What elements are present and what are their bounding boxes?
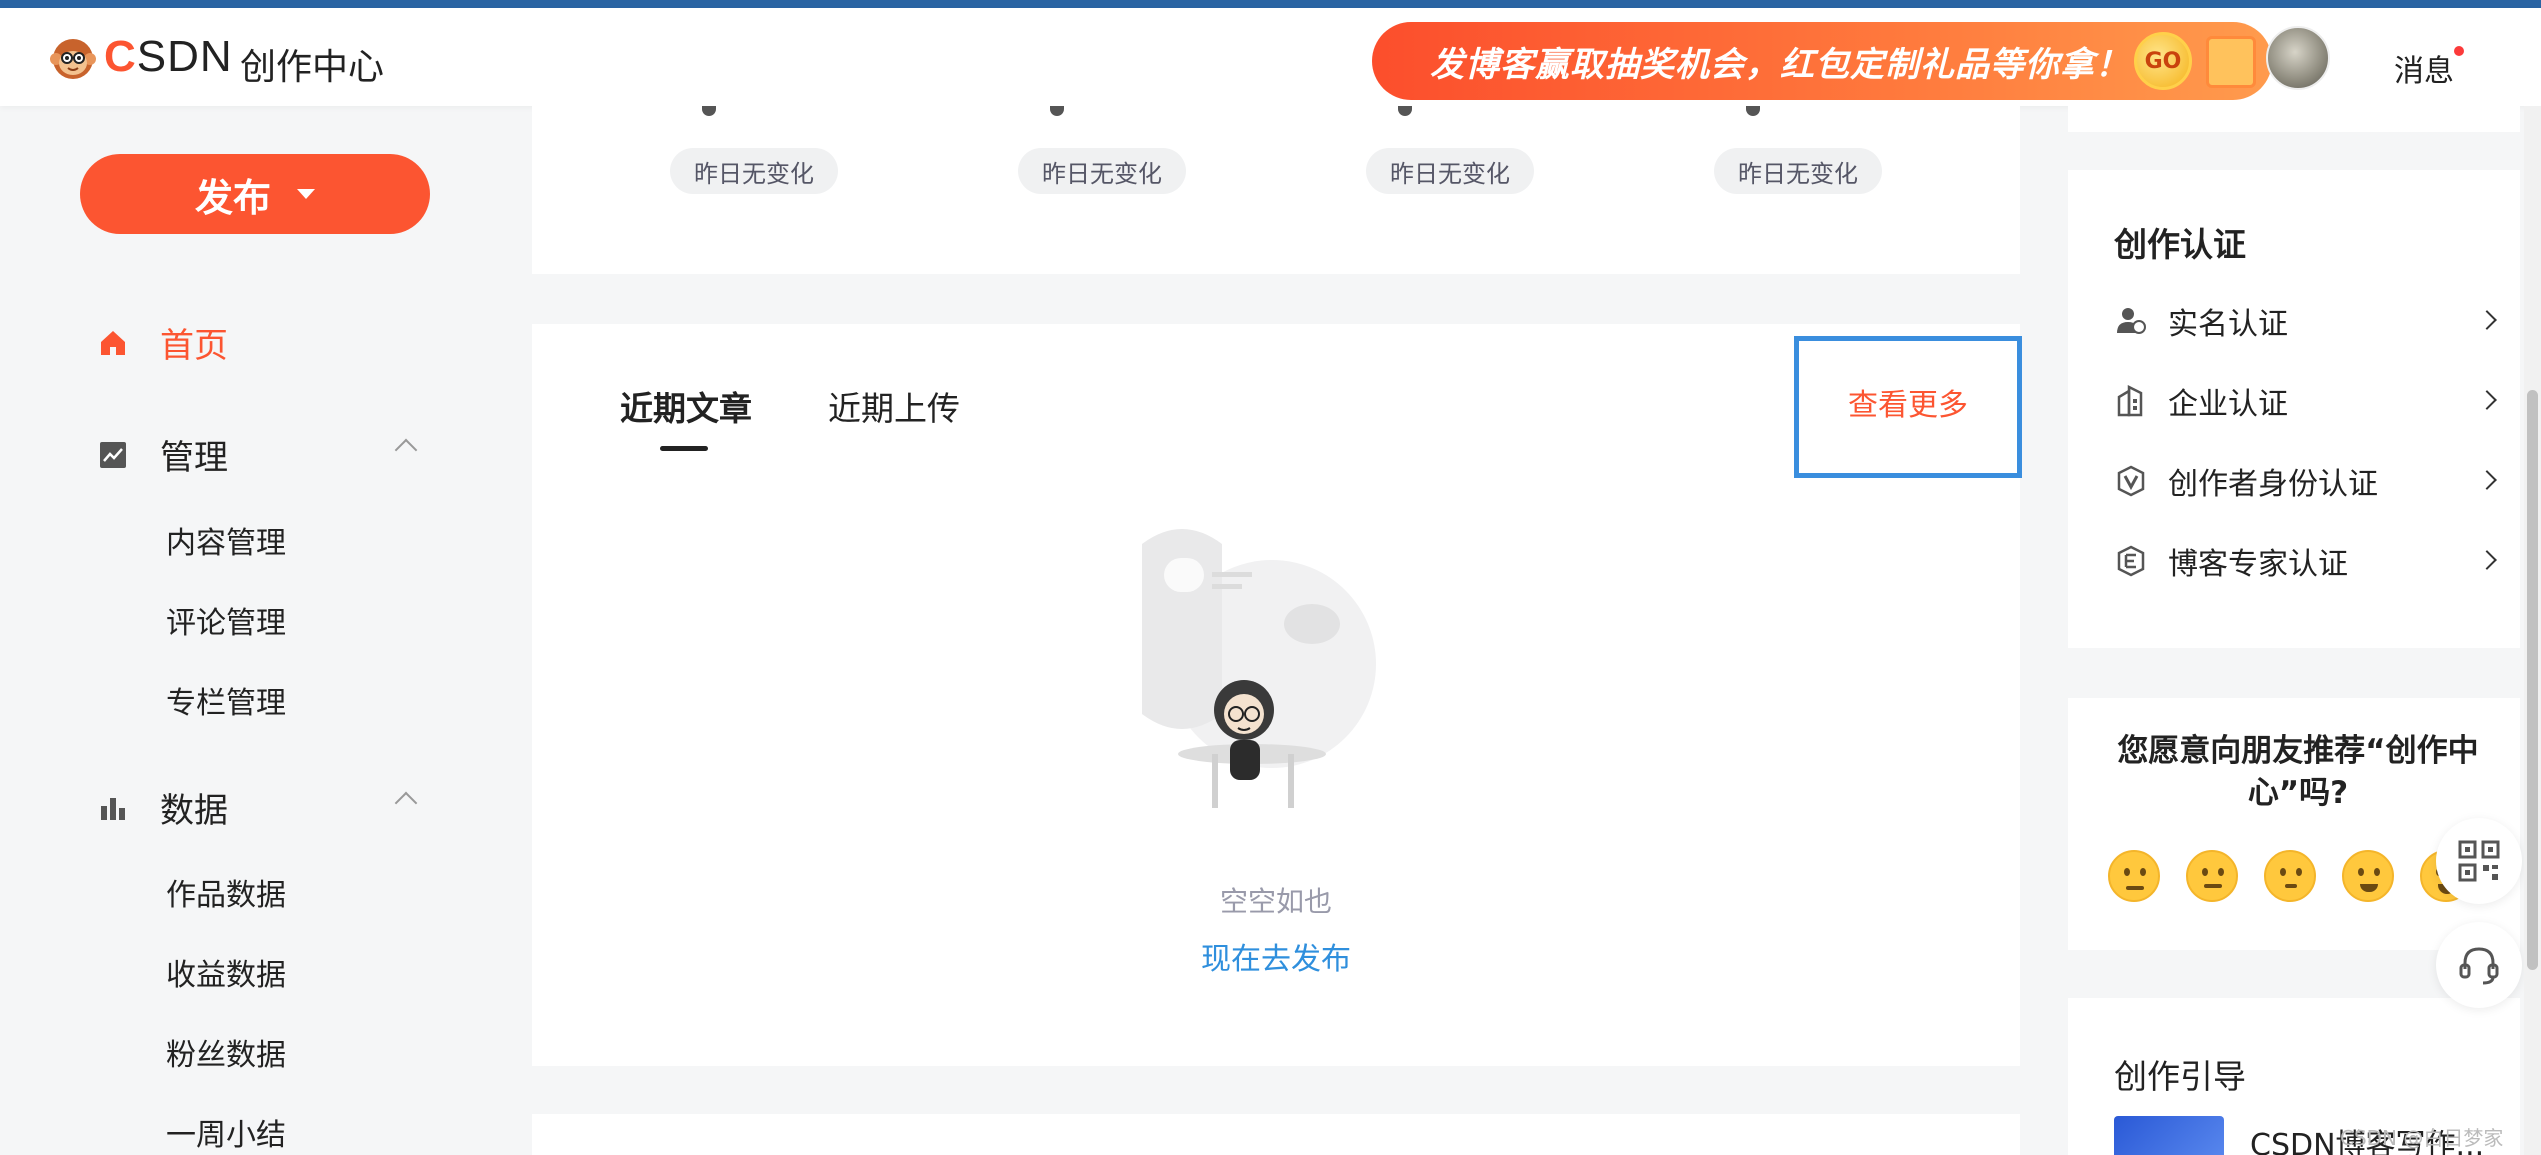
monkey-logo-icon <box>50 39 96 79</box>
guide-thumbnail[interactable] <box>2114 1116 2224 1155</box>
nav-data[interactable]: 数据 <box>96 783 228 832</box>
guide-title: 创作引导 <box>2114 1057 2246 1096</box>
nav-weekly-summary[interactable]: 一周小结 <box>166 1110 286 1154</box>
shield-v-icon <box>2114 464 2148 498</box>
stat-change-badge: 昨日无变化 <box>1366 148 1534 194</box>
recommend-survey-card: 您愿意向朋友推荐“创作中心”吗? <box>2068 698 2520 950</box>
chevron-up-icon[interactable] <box>394 438 418 462</box>
bar-chart-icon <box>96 791 130 825</box>
nav-data-label: 数据 <box>160 791 228 831</box>
cert-creator-identity[interactable]: 创作者身份认证 <box>2114 458 2497 504</box>
stat-value-fragment <box>1050 106 1064 116</box>
next-panel <box>532 1114 2020 1155</box>
publish-button[interactable]: 发布 <box>80 154 430 234</box>
stat-value-fragment <box>1398 106 1412 116</box>
cert-label: 实名认证 <box>2168 307 2288 342</box>
stat-change-badge: 昨日无变化 <box>1714 148 1882 194</box>
cert-real-name[interactable]: 实名认证 <box>2114 298 2497 344</box>
chevron-up-icon[interactable] <box>394 791 418 815</box>
cert-label: 企业认证 <box>2168 387 2288 422</box>
watermark: CSDN @白日梦家 <box>2340 1126 2504 1150</box>
nav-fans-data[interactable]: 粉丝数据 <box>166 1030 286 1074</box>
stats-panel: 昨日无变化 昨日无变化 昨日无变化 昨日无变化 <box>532 106 2020 274</box>
nav-column-manage[interactable]: 专栏管理 <box>166 678 286 722</box>
user-verify-icon <box>2114 304 2148 338</box>
nav-home-label: 首页 <box>160 326 228 366</box>
scrollbar-thumb[interactable] <box>2527 390 2538 970</box>
stat-change-badge: 昨日无变化 <box>1018 148 1186 194</box>
qr-code-icon <box>2458 840 2500 882</box>
publish-label: 发布 <box>194 177 271 220</box>
cert-label: 博客专家认证 <box>2168 547 2348 582</box>
gift-box-icon <box>2206 36 2256 88</box>
tab-recent-articles[interactable]: 近期文章 <box>620 382 752 430</box>
stat-value-fragment <box>702 106 716 116</box>
qr-code-button[interactable] <box>2436 818 2522 904</box>
tab-recent-uploads[interactable]: 近期上传 <box>828 382 960 430</box>
recommend-question: 您愿意向朋友推荐“创作中心”吗? <box>2117 733 2479 811</box>
nav-works-data[interactable]: 作品数据 <box>166 870 286 914</box>
browser-top-strip <box>0 0 2541 8</box>
trend-chart-icon <box>96 438 130 472</box>
top-navbar: CSDN 创作中心 发博客赢取抽奖机会，红包定制礼品等你拿！ GO 消息 <box>0 8 2541 106</box>
messages-link[interactable]: 消息 <box>2394 46 2454 90</box>
caret-down-icon <box>297 189 315 199</box>
chevron-right-icon <box>2477 390 2497 410</box>
angry-face-icon[interactable] <box>2108 850 2160 902</box>
headset-icon <box>2459 947 2499 985</box>
cert-enterprise[interactable]: 企业认证 <box>2114 378 2497 424</box>
recent-articles-panel: 近期文章 近期上传 查看更多 空空如也 现在去发布 <box>532 324 2022 1066</box>
publish-now-link[interactable]: 现在去发布 <box>532 934 2020 978</box>
csdn-logo[interactable]: CSDN <box>48 32 233 82</box>
nav-income-data[interactable]: 收益数据 <box>166 950 286 994</box>
certification-card: 创作认证 实名认证 企业认证 创作者身份认证 博客专家认证 <box>2068 170 2520 648</box>
user-avatar[interactable] <box>2266 26 2330 90</box>
see-more-link[interactable]: 查看更多 <box>1794 336 2022 478</box>
see-more-label: 查看更多 <box>1848 388 1968 423</box>
neutral-face-icon[interactable] <box>2264 850 2316 902</box>
empty-state-illustration <box>1142 529 1376 808</box>
happy-face-icon[interactable] <box>2342 850 2394 902</box>
expert-badge-icon <box>2114 544 2148 578</box>
nav-comment-manage[interactable]: 评论管理 <box>166 598 286 642</box>
stat-value-fragment <box>1746 106 1760 116</box>
nav-home[interactable]: 首页 <box>96 318 228 367</box>
chevron-right-icon <box>2477 470 2497 490</box>
active-tab-indicator <box>660 446 708 451</box>
logo-text: CSDN <box>104 32 233 81</box>
stat-change-badge: 昨日无变化 <box>670 148 838 194</box>
nav-content-manage[interactable]: 内容管理 <box>166 518 286 562</box>
nav-manage-label: 管理 <box>160 438 228 478</box>
empty-state-text: 空空如也 <box>1219 885 1332 918</box>
unread-dot <box>2454 46 2464 56</box>
page-title: 创作中心 <box>240 47 385 88</box>
cert-blog-expert[interactable]: 博客专家认证 <box>2114 538 2497 584</box>
customer-service-button[interactable] <box>2436 922 2522 1008</box>
chevron-right-icon <box>2477 550 2497 570</box>
building-icon <box>2114 384 2148 418</box>
right-card-fragment <box>2068 106 2520 132</box>
promo-banner[interactable]: 发博客赢取抽奖机会，红包定制礼品等你拿！ GO <box>1372 22 2272 100</box>
banner-text: 发博客赢取抽奖机会，红包定制礼品等你拿！ <box>1430 44 2130 85</box>
banner-go-button[interactable]: GO <box>2134 32 2192 90</box>
nav-manage[interactable]: 管理 <box>96 430 228 479</box>
confused-face-icon[interactable] <box>2186 850 2238 902</box>
certification-title: 创作认证 <box>2114 225 2246 264</box>
home-icon <box>96 326 130 360</box>
chevron-right-icon <box>2477 310 2497 330</box>
cert-label: 创作者身份认证 <box>2168 467 2378 502</box>
